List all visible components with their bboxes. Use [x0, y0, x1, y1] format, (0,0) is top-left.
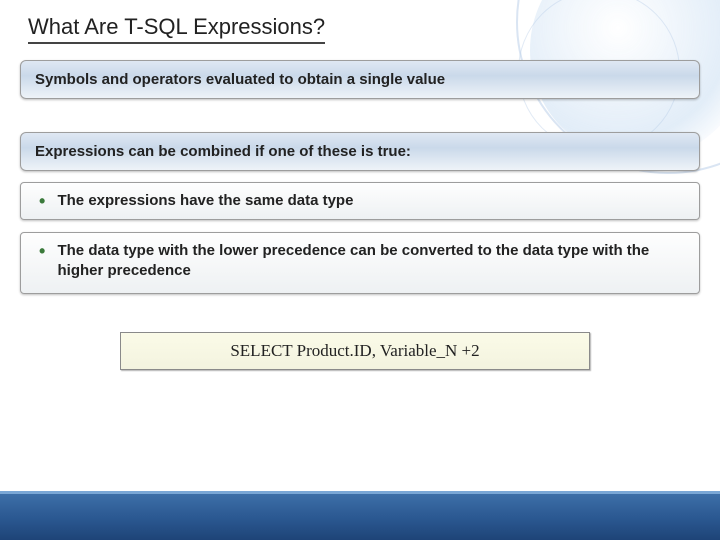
bullet-item: • The data type with the lower precedenc… [20, 232, 700, 294]
slide-title: What Are T-SQL Expressions? [28, 14, 325, 44]
bullet-dot-icon: • [39, 191, 45, 211]
definition-text: Symbols and operators evaluated to obtai… [35, 71, 445, 88]
subheading-text: Expressions can be combined if one of th… [35, 143, 411, 160]
definition-panel: Symbols and operators evaluated to obtai… [20, 60, 700, 99]
code-text: SELECT Product.ID, Variable_N +2 [230, 341, 479, 360]
bullet-item: • The expressions have the same data typ… [20, 182, 700, 220]
bullet-dot-icon: • [39, 241, 45, 261]
code-example-box: SELECT Product.ID, Variable_N +2 [120, 332, 590, 370]
bullet-text: The data type with the lower precedence … [57, 241, 657, 281]
footer-band [0, 494, 720, 540]
bullet-text: The expressions have the same data type [57, 191, 353, 211]
subheading-panel: Expressions can be combined if one of th… [20, 132, 700, 171]
slide: What Are T-SQL Expressions? Symbols and … [0, 0, 720, 540]
